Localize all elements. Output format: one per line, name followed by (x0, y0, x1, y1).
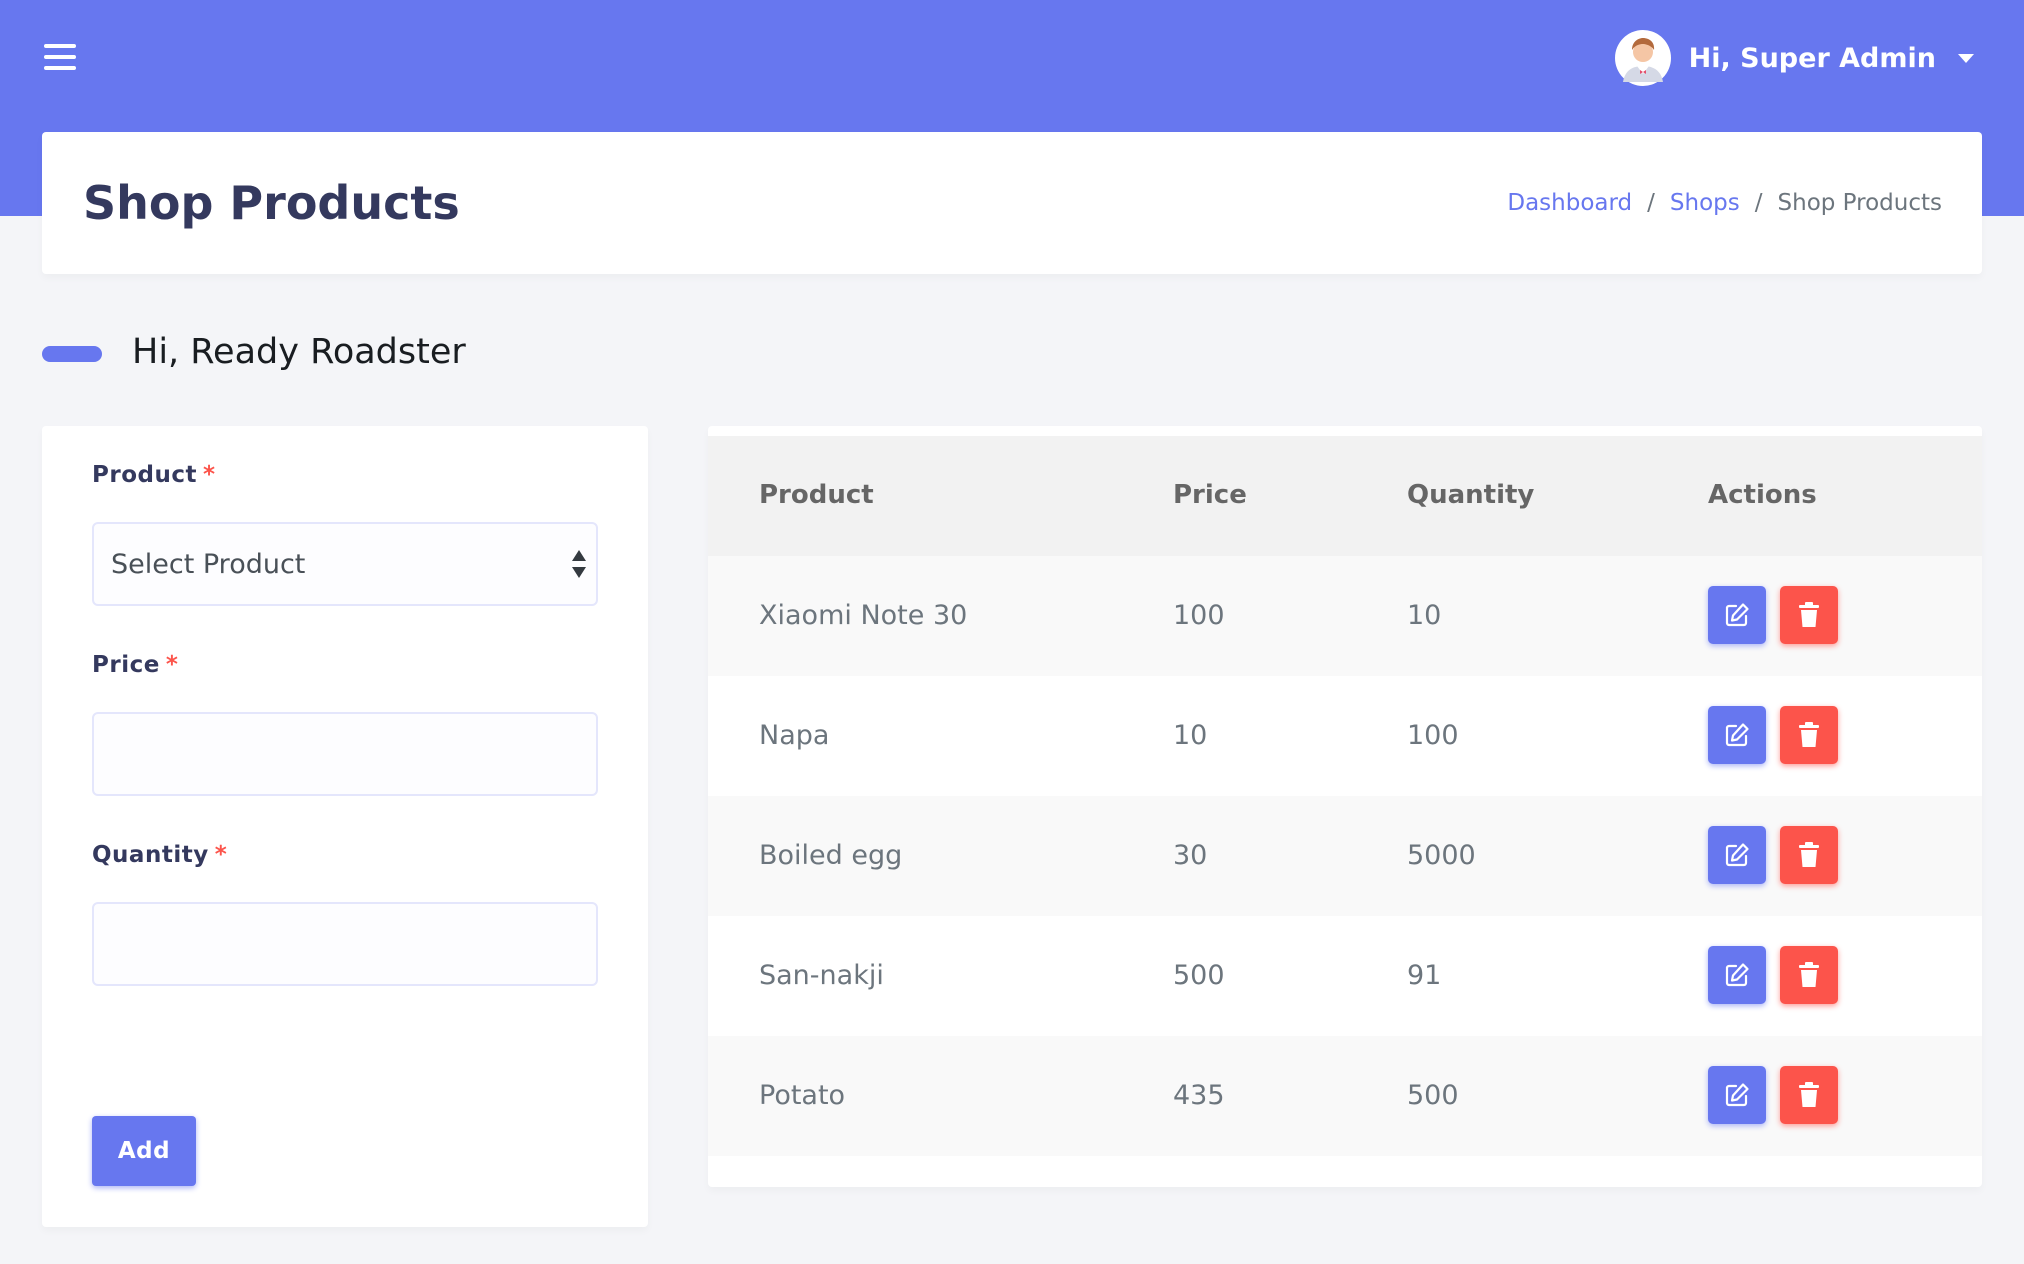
cell-quantity: 500 (1407, 1080, 1459, 1111)
products-table: Product Price Quantity Actions Xiaomi No… (708, 426, 1982, 1187)
quantity-input[interactable] (92, 902, 598, 986)
cell-price: 30 (1173, 840, 1208, 871)
add-button[interactable]: Add (92, 1116, 196, 1186)
breadcrumb: Dashboard / Shops / Shop Products (1507, 190, 1942, 216)
breadcrumb-dashboard[interactable]: Dashboard (1507, 190, 1632, 216)
trash-icon (1799, 722, 1819, 747)
product-select[interactable]: Select Product (92, 522, 598, 606)
page-title: Shop Products (83, 176, 460, 230)
table-row: Xiaomi Note 30 100 10 (708, 556, 1982, 676)
product-label-text: Product (92, 462, 197, 488)
edit-icon (1725, 963, 1749, 987)
edit-icon (1725, 723, 1749, 747)
table-row: Boiled egg 30 5000 (708, 796, 1982, 916)
table-header: Product Price Quantity Actions (708, 436, 1982, 556)
column-header-price: Price (1173, 480, 1247, 510)
delete-button[interactable] (1780, 826, 1838, 884)
cell-price: 10 (1173, 720, 1208, 751)
caret-down-icon[interactable] (1958, 53, 1974, 63)
cell-product: Xiaomi Note 30 (759, 600, 968, 631)
cell-quantity: 100 (1407, 720, 1459, 751)
section-greeting: Hi, Ready Roadster (132, 332, 466, 372)
edit-button[interactable] (1708, 586, 1766, 644)
price-label: Price * (92, 652, 178, 678)
cell-price: 435 (1173, 1080, 1225, 1111)
edit-button[interactable] (1708, 706, 1766, 764)
breadcrumb-separator: / (1647, 190, 1655, 216)
table-row: San-nakji 500 91 (708, 916, 1982, 1036)
product-label: Product * (92, 462, 216, 488)
cell-price: 100 (1173, 600, 1225, 631)
table-row: Potato 435 500 (708, 1036, 1982, 1156)
quantity-label-text: Quantity (92, 842, 209, 868)
edit-button[interactable] (1708, 826, 1766, 884)
quantity-label: Quantity * (92, 842, 227, 868)
breadcrumb-separator: / (1754, 190, 1763, 216)
breadcrumb-shops[interactable]: Shops (1670, 190, 1740, 216)
cell-product: Napa (759, 720, 830, 751)
cell-quantity: 91 (1407, 960, 1442, 991)
edit-icon (1725, 603, 1749, 627)
price-label-text: Price (92, 652, 160, 678)
required-mark: * (214, 842, 228, 868)
delete-button[interactable] (1780, 946, 1838, 1004)
breadcrumb-current: Shop Products (1777, 190, 1942, 216)
cell-product: Boiled egg (759, 840, 903, 871)
product-form: Product * Select Product Price * Quantity *… (42, 426, 648, 1227)
required-mark: * (202, 462, 216, 488)
cell-quantity: 5000 (1407, 840, 1476, 871)
cell-product: Potato (759, 1080, 846, 1111)
trash-icon (1799, 602, 1819, 627)
trash-icon (1799, 1082, 1819, 1107)
price-input[interactable] (92, 712, 598, 796)
cell-product: San-nakji (759, 960, 884, 991)
table-row: Napa 10 100 (708, 676, 1982, 796)
edit-button[interactable] (1708, 946, 1766, 1004)
cell-price: 500 (1173, 960, 1225, 991)
edit-icon (1725, 843, 1749, 867)
page-header: Shop Products Dashboard / Shops / Shop P… (42, 132, 1982, 274)
trash-icon (1799, 842, 1819, 867)
required-mark: * (165, 652, 179, 678)
hamburger-icon[interactable] (44, 44, 76, 70)
trash-icon (1799, 962, 1819, 987)
delete-button[interactable] (1780, 586, 1838, 644)
column-header-actions: Actions (1708, 480, 1817, 510)
column-header-quantity: Quantity (1407, 480, 1535, 510)
user-name[interactable]: Hi, Super Admin (1689, 43, 1936, 74)
delete-button[interactable] (1780, 1066, 1838, 1124)
edit-icon (1725, 1083, 1749, 1107)
column-header-product: Product (759, 480, 874, 510)
select-arrows-icon (572, 550, 586, 580)
greeting-accent-bar (42, 346, 102, 362)
cell-quantity: 10 (1407, 600, 1442, 631)
product-select-value: Select Product (111, 549, 306, 580)
edit-button[interactable] (1708, 1066, 1766, 1124)
avatar (1614, 30, 1671, 86)
user-menu[interactable]: Hi, Super Admin (1614, 28, 1974, 88)
delete-button[interactable] (1780, 706, 1838, 764)
